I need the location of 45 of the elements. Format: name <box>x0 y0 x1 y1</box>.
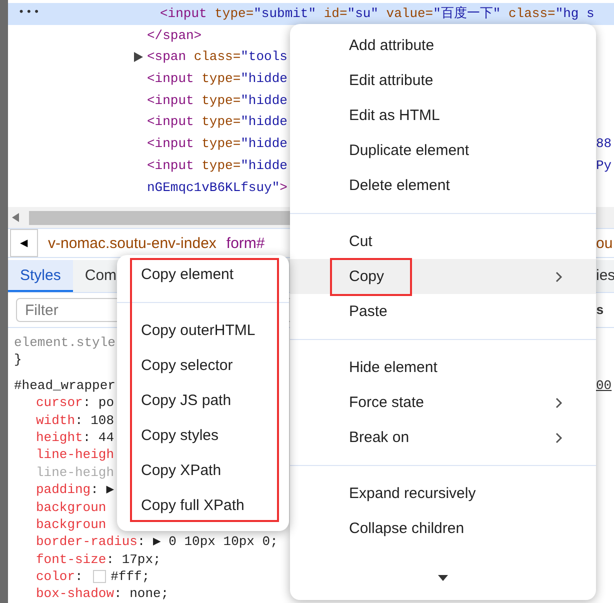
code-token: "hidde <box>240 114 288 130</box>
css-property: border-radius: ▶ 0 10px 10px 0; <box>36 533 278 551</box>
code-token: "hg s <box>555 6 594 21</box>
code-token: <input <box>147 158 194 173</box>
code-token: <input <box>147 92 194 108</box>
code-token: <input <box>147 71 194 86</box>
code-token: <input <box>147 114 194 130</box>
code-token: type= <box>200 158 241 173</box>
code-token: "tools <box>240 49 288 64</box>
code-token: id= <box>322 6 348 21</box>
code-token: type= <box>200 114 241 130</box>
css-property: line-heigh <box>36 464 114 482</box>
code-token: "hidde <box>240 158 288 173</box>
css-property: width: 108 <box>36 412 114 429</box>
code-token: type= <box>200 92 241 108</box>
code-token: type= <box>214 6 254 21</box>
css-property: color: #fff; <box>36 568 150 586</box>
css-property: backgroun <box>36 516 106 534</box>
code-token: type= <box>200 136 241 152</box>
code-token: "hidde <box>240 71 288 86</box>
rule-selector: element.style <box>14 335 116 350</box>
css-property: box-shadow: none; <box>36 585 169 603</box>
css-property: cursor: po <box>36 394 114 412</box>
css-property: backgroun <box>36 498 106 516</box>
code-token: type= <box>200 71 241 86</box>
css-property: padding: ▶ <box>36 481 114 499</box>
code-token: "hidde <box>240 92 288 108</box>
css-property: height: 44 <box>36 428 114 446</box>
code-token: <span <box>147 49 186 64</box>
code-token: value= <box>385 6 434 21</box>
code-token: > <box>280 180 288 194</box>
code-token: "hidde <box>240 136 288 152</box>
rule-selector: #head_wrapper <box>14 378 116 393</box>
css-property: line-heigh <box>36 446 114 464</box>
code-token: "百度一下" <box>433 6 501 21</box>
code-token: <input <box>160 6 207 21</box>
code-token: class= <box>508 6 556 21</box>
code-token: "submit" <box>254 6 316 21</box>
code-token: "su" <box>347 6 378 21</box>
rule-brace: } <box>14 352 22 368</box>
css-property: font-size: 17px; <box>36 550 161 568</box>
code-token: Py <box>596 156 612 175</box>
code-token: <input <box>147 136 194 152</box>
code-token: nGEmqc1vB6KLfsuy" <box>147 180 280 194</box>
code-token: class= <box>192 49 241 64</box>
